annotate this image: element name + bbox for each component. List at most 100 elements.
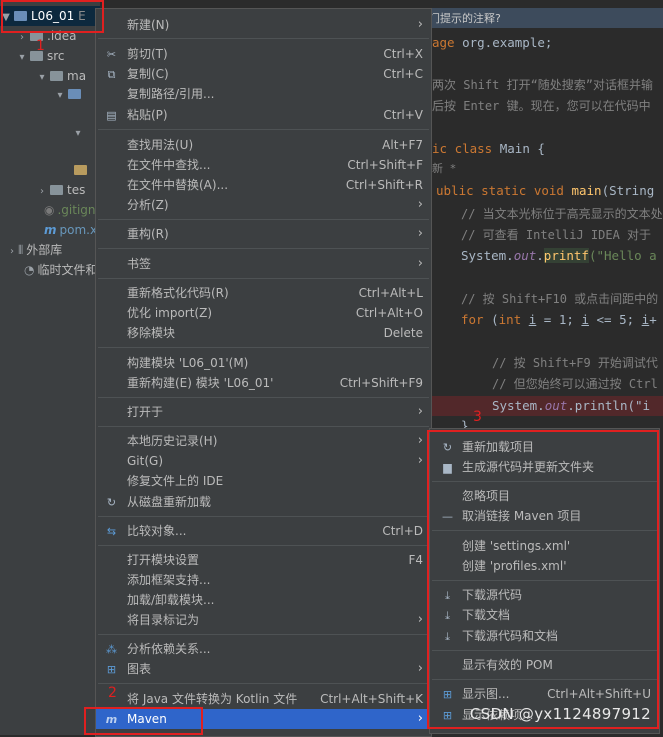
- maven-file-icon: m: [44, 223, 57, 237]
- tree-item-resources[interactable]: ▾: [72, 122, 84, 142]
- tree-item-scratches[interactable]: ◔ 临时文件和: [24, 260, 98, 280]
- menu-separator: [98, 129, 429, 130]
- menu-item-compare-with[interactable]: ⇆ 比较对象... Ctrl+D: [96, 521, 431, 541]
- copy-icon: ⧉: [107, 68, 116, 81]
- library-icon: ⦀: [18, 243, 24, 257]
- folder-icon: [74, 165, 87, 175]
- menu-item-copy[interactable]: ⧉ 复制(C) Ctrl+C: [96, 64, 431, 84]
- annotation-box-3: [427, 430, 659, 729]
- menu-separator: [98, 683, 429, 684]
- annotation-label-3: 3: [473, 409, 482, 425]
- scratches-icon: ◔: [24, 263, 35, 277]
- code-line: 后按 Enter 键。现在，您可以在代码中: [432, 99, 651, 113]
- menu-item-analyze-deps[interactable]: ⁂ 分析依赖关系...: [96, 639, 431, 659]
- folder-icon: [50, 185, 63, 195]
- menu-item-refactor[interactable]: 重构(R) ›: [96, 224, 431, 244]
- code-line: System.out.printf("Hello a: [461, 248, 657, 263]
- tree-item-main[interactable]: ▾ ma: [36, 66, 86, 86]
- menu-item-mark-directory[interactable]: 将目录标记为 ›: [96, 610, 431, 630]
- tree-item-label: src: [47, 49, 65, 63]
- submenu-arrow-icon: ›: [417, 453, 423, 468]
- chevron-right-icon[interactable]: ›: [36, 182, 48, 202]
- annotation-label-1: 1: [36, 38, 45, 54]
- submenu-arrow-icon: ›: [417, 17, 423, 32]
- menu-separator: [98, 545, 429, 546]
- menu-item-local-history[interactable]: 本地历史记录(H) ›: [96, 431, 431, 451]
- compare-arrows-icon: ⇆: [106, 525, 117, 538]
- code-line: age org.example;: [432, 35, 553, 50]
- menu-item-find-in-files[interactable]: 在文件中查找... Ctrl+Shift+F: [96, 155, 431, 175]
- chevron-down-icon[interactable]: ▾: [54, 86, 66, 106]
- menu-item-reload-from-disk[interactable]: ↻ 从磁盘重新加载: [96, 492, 431, 512]
- menu-item-bookmarks[interactable]: 书签 ›: [96, 254, 431, 274]
- menu-item-remove-module[interactable]: 移除模块 Delete: [96, 323, 431, 343]
- submenu-arrow-icon: ›: [417, 711, 423, 726]
- submenu-arrow-icon: ›: [417, 226, 423, 241]
- menu-item-replace-in-files[interactable]: 在文件中替换(A)... Ctrl+Shift+R: [96, 175, 431, 195]
- menu-item-optimize-imports[interactable]: 优化 import(Z) Ctrl+Alt+O: [96, 303, 431, 323]
- menu-item-module-settings[interactable]: 打开模块设置 F4: [96, 550, 431, 570]
- tree-item-gitignore[interactable]: ◉ .gitign: [44, 200, 96, 220]
- code-line: // 按 Shift+F10 或点击间距中的: [461, 292, 659, 306]
- chevron-down-icon[interactable]: ▾: [16, 48, 28, 68]
- menu-item-open-in[interactable]: 打开于 ›: [96, 402, 431, 422]
- tree-item-resources-folder[interactable]: [72, 160, 91, 180]
- code-line: for (int i = 1; i <= 5; i+: [461, 312, 657, 327]
- code-line: 新 *: [432, 162, 457, 175]
- menu-item-add-framework[interactable]: 添加框架支持...: [96, 570, 431, 590]
- tree-item-pom[interactable]: m pom.x: [44, 220, 97, 240]
- menu-separator: [98, 278, 429, 279]
- code-line: System.out.println("i: [492, 398, 658, 413]
- annotation-label-2: 2: [108, 685, 117, 701]
- menu-separator: [98, 634, 429, 635]
- submenu-arrow-icon: ›: [417, 433, 423, 448]
- menu-item-new[interactable]: 新建(N) ›: [96, 15, 431, 35]
- reload-icon: ↻: [106, 496, 117, 509]
- tree-item-label: 临时文件和: [37, 263, 98, 277]
- menu-separator: [98, 347, 429, 348]
- tip-banner-text: 门提示的注释?: [429, 12, 501, 25]
- menu-item-reformat[interactable]: 重新格式化代码(R) Ctrl+Alt+L: [96, 283, 431, 303]
- code-line: // 但您始终可以通过按 Ctrl: [492, 377, 658, 391]
- menu-item-cut[interactable]: ✂ 剪切(T) Ctrl+X: [96, 44, 431, 64]
- menu-item-find-usages[interactable]: 查找用法(U) Alt+F7: [96, 135, 431, 155]
- tree-item-test[interactable]: › tes: [36, 180, 85, 200]
- code-line: // 当文本光标位于高亮显示的文本处: [461, 207, 663, 221]
- source-folder-icon: [68, 89, 81, 99]
- menu-item-analyze[interactable]: 分析(Z) ›: [96, 195, 431, 215]
- diagram-icon: ⊞: [106, 663, 117, 676]
- menu-separator: [98, 426, 429, 427]
- menu-item-convert-kotlin[interactable]: 将 Java 文件转换为 Kotlin 文件 Ctrl+Alt+Shift+K: [96, 689, 431, 709]
- submenu-arrow-icon: ›: [417, 612, 423, 627]
- tree-item-external-libs[interactable]: › ⦀ 外部库: [6, 240, 62, 260]
- chevron-down-icon[interactable]: ▾: [36, 68, 48, 88]
- menu-item-copy-path[interactable]: 复制路径/引用...: [96, 84, 431, 104]
- paste-icon: ▤: [106, 109, 117, 122]
- gitignore-file-icon: ◉: [44, 203, 55, 217]
- tree-item-label: tes: [67, 183, 86, 197]
- submenu-arrow-icon: ›: [417, 404, 423, 419]
- chevron-right-icon[interactable]: ›: [6, 242, 18, 262]
- menu-item-repair-ide[interactable]: 修复文件上的 IDE: [96, 471, 431, 491]
- menu-separator: [98, 516, 429, 517]
- submenu-arrow-icon: ›: [417, 256, 423, 271]
- chevron-down-icon[interactable]: ▾: [72, 124, 84, 144]
- menu-item-build-module[interactable]: 构建模块 'L06_01'(M): [96, 353, 431, 373]
- project-tree-panel: ▼ L06_01 E › .idea ▾ src ▾ ma ▾ ▾ › tes ◉ .git…: [0, 0, 100, 735]
- code-line: ublic static void main(String: [436, 183, 655, 198]
- annotation-box-2: [84, 707, 203, 735]
- menu-item-git[interactable]: Git(G) ›: [96, 451, 431, 471]
- tree-item-java[interactable]: ▾: [54, 84, 85, 104]
- code-line: // 按 Shift+F9 开始调试代: [492, 356, 658, 370]
- menu-item-load-unload[interactable]: 加载/卸载模块...: [96, 590, 431, 610]
- menu-item-paste[interactable]: ▤ 粘贴(P) Ctrl+V: [96, 105, 431, 125]
- menu-item-rebuild-module[interactable]: 重新构建(E) 模块 'L06_01' Ctrl+Shift+F9: [96, 373, 431, 393]
- menu-item-diagrams[interactable]: ⊞ 图表 ›: [96, 659, 431, 679]
- tree-item-label: ma: [67, 69, 87, 83]
- watermark: CSDN @yx1124897912: [469, 705, 651, 723]
- tree-item-label: .gitign: [57, 203, 96, 217]
- context-menu: 新建(N) › ✂ 剪切(T) Ctrl+X ⧉ 复制(C) Ctrl+C 复制路径/引用…: [95, 8, 432, 737]
- folder-icon: [50, 71, 63, 81]
- submenu-arrow-icon: ›: [417, 661, 423, 676]
- menu-separator: [98, 38, 429, 39]
